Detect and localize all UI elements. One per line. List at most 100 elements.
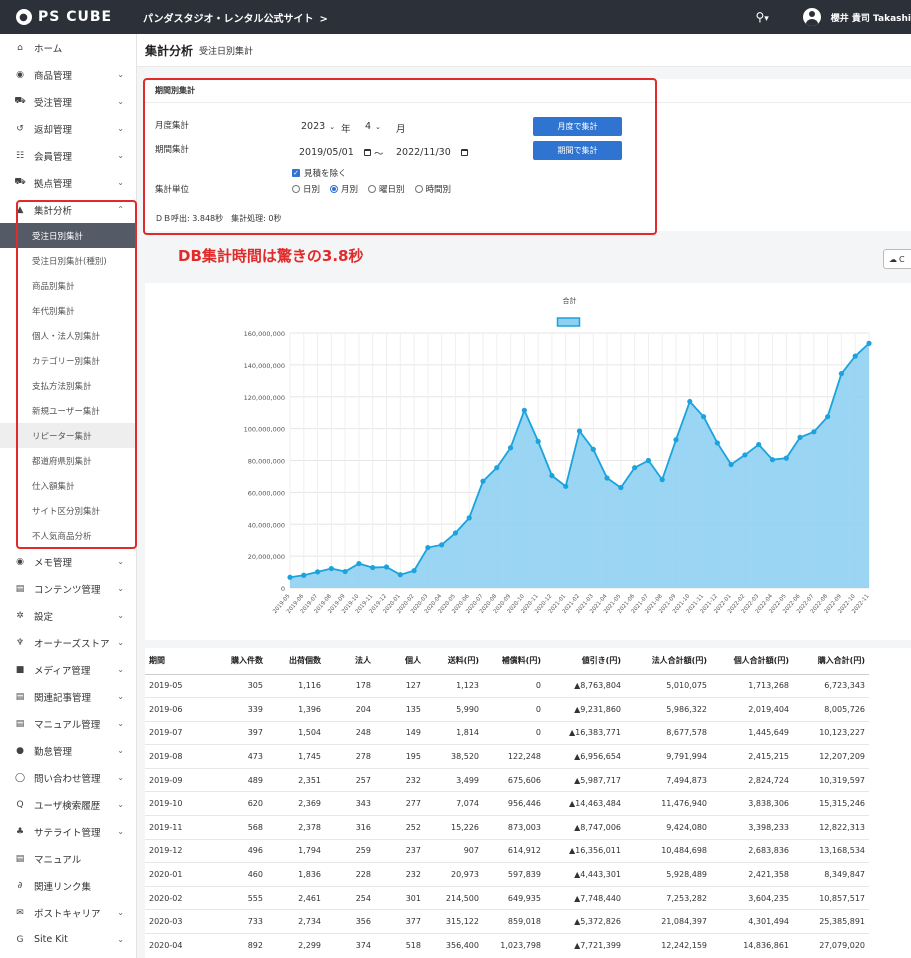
sidebar-item[interactable]: ◉ 商品管理 ⌄ bbox=[0, 61, 136, 88]
chevron-right-icon: > bbox=[319, 13, 328, 25]
sidebar-subitem[interactable]: 仕入額集計 bbox=[0, 473, 136, 498]
exclude-estimate-checkbox[interactable]: ✓ 見積を除く bbox=[292, 167, 347, 179]
sidebar-item[interactable]: ✲ 設定 ⌄ bbox=[0, 602, 136, 629]
calendar-icon[interactable] bbox=[363, 149, 371, 156]
sidebar-item-label: 集計分析 bbox=[34, 205, 73, 217]
column-header[interactable]: 値引き(円) bbox=[545, 648, 625, 675]
monthly-aggregate-button[interactable]: 月度で集計 bbox=[533, 117, 622, 136]
sidebar-item[interactable]: ↺ 返却管理 ⌄ bbox=[0, 115, 136, 142]
date-from-input[interactable]: 2019/05/01 bbox=[299, 147, 371, 158]
sidebar-item-label: Site Kit bbox=[34, 934, 68, 945]
y-tick-label: 40,000,000 bbox=[248, 521, 285, 529]
data-point bbox=[728, 461, 734, 468]
data-point bbox=[769, 457, 776, 463]
chevron-icon: ⌄ bbox=[117, 557, 124, 566]
user-name[interactable]: 櫻井 貴司 Takashi bbox=[831, 11, 911, 24]
sidebar-item[interactable]: ▤ 関連記事管理 ⌄ bbox=[0, 683, 136, 710]
app-logo[interactable]: ● PS CUBE bbox=[0, 9, 137, 25]
month-select[interactable]: 4 ⌄ bbox=[365, 121, 381, 132]
unit-radio[interactable]: 月別 bbox=[330, 183, 358, 195]
column-header[interactable]: 購入件数 bbox=[203, 648, 267, 675]
column-header[interactable]: 個人合計額(円) bbox=[711, 648, 793, 675]
column-header[interactable]: 購入合計(円) bbox=[793, 648, 869, 675]
sidebar-subitem[interactable]: 不人気商品分析 bbox=[0, 523, 136, 548]
data-point bbox=[287, 574, 293, 580]
sidebar-subitem[interactable]: 商品別集計 bbox=[0, 273, 136, 298]
unit-radio[interactable]: 時間別 bbox=[414, 183, 451, 195]
monthly-label: 月度集計 bbox=[155, 121, 190, 131]
csv-button-label: C bbox=[899, 254, 905, 264]
sidebar-item[interactable]: ♆ オーナーズストア ⌄ bbox=[0, 629, 136, 656]
sidebar-subitem[interactable]: 受注日別集計(種別) bbox=[0, 248, 136, 273]
sidebar-item[interactable]: ⛟ 受注管理 ⌄ bbox=[0, 88, 136, 115]
chevron-icon: ⌄ bbox=[117, 719, 124, 728]
column-header[interactable]: 法人 bbox=[325, 648, 375, 675]
table-cell: 12,242,159 bbox=[625, 933, 711, 958]
column-header[interactable]: 個人 bbox=[375, 648, 425, 675]
sidebar-item[interactable]: ▤ コンテンツ管理 ⌄ bbox=[0, 575, 136, 602]
sidebar-subitem[interactable]: サイト区分別集計 bbox=[0, 498, 136, 523]
sidebar-item-icon: ▤ bbox=[15, 583, 25, 594]
csv-download-button[interactable]: ☁ C bbox=[883, 249, 911, 269]
sidebar-item-label: メディア管理 bbox=[34, 665, 91, 677]
sidebar-subitem[interactable]: 個人・法人別集計 bbox=[0, 323, 136, 348]
table-cell: 1,123 bbox=[425, 673, 483, 698]
table-cell: ▲7,721,399 bbox=[545, 933, 625, 958]
table-cell: 248 bbox=[325, 720, 375, 745]
table-cell: 38,520 bbox=[425, 744, 483, 769]
calendar-icon[interactable] bbox=[460, 149, 468, 156]
table-cell: 10,319,597 bbox=[793, 767, 869, 792]
chevron-down-icon: ⌄ bbox=[329, 122, 336, 131]
page-subtitle: 受注日別集計 bbox=[199, 46, 254, 57]
column-header[interactable]: 法人合計額(円) bbox=[625, 648, 711, 675]
table-cell: 228 bbox=[325, 862, 375, 887]
column-header[interactable]: 補償料(円) bbox=[483, 648, 545, 675]
sidebar-item[interactable]: ▲ 集計分析 ⌃ bbox=[0, 196, 136, 223]
sidebar-subitem[interactable]: 支払方法別集計 bbox=[0, 373, 136, 398]
sidebar-item[interactable]: ⌂ ホーム bbox=[0, 34, 136, 61]
sidebar-subitem[interactable]: カテゴリー別集計 bbox=[0, 348, 136, 373]
site-link[interactable]: パンダスタジオ・レンタル公式サイト > bbox=[143, 10, 328, 25]
year-select[interactable]: 2023 ⌄ bbox=[301, 121, 335, 132]
data-point bbox=[866, 340, 872, 346]
sidebar-item[interactable]: ♣ サテライト管理 ⌄ bbox=[0, 818, 136, 845]
sidebar-item[interactable]: G Site Kit ⌄ bbox=[0, 926, 136, 953]
chevron-icon: ⌄ bbox=[117, 692, 124, 701]
sidebar-item[interactable]: ▤ マニュアル管理 ⌄ bbox=[0, 710, 136, 737]
sales-chart: 合計 0 20,000,000 40,000,000 60,000,000 80,000,… bbox=[244, 296, 872, 615]
sidebar-item[interactable]: ● 勤怠管理 ⌄ bbox=[0, 737, 136, 764]
sidebar-item-label: 受注管理 bbox=[34, 97, 73, 109]
column-header[interactable]: 期間 bbox=[145, 648, 203, 675]
sidebar-subitem[interactable]: リピーター集計 bbox=[0, 423, 136, 448]
y-tick-label: 140,000,000 bbox=[244, 362, 285, 370]
data-point bbox=[756, 441, 762, 448]
column-header[interactable]: 送料(円) bbox=[425, 648, 483, 675]
date-to-input[interactable]: 2022/11/30 bbox=[396, 147, 468, 158]
search-menu[interactable]: ⚲▾ bbox=[755, 10, 768, 24]
radio-icon bbox=[414, 185, 423, 193]
data-point bbox=[742, 452, 748, 458]
sidebar-item[interactable]: ▤ マニュアル bbox=[0, 845, 136, 872]
sidebar-item[interactable]: Q ユーザ検索履歴 ⌄ bbox=[0, 791, 136, 818]
sidebar-item[interactable]: ☷ 会員管理 ⌄ bbox=[0, 142, 136, 169]
sidebar-item[interactable]: ■ メディア管理 ⌄ bbox=[0, 656, 136, 683]
unit-radio[interactable]: 日別 bbox=[292, 183, 320, 195]
sidebar-subitem[interactable]: 受注日別集計 bbox=[0, 223, 136, 248]
data-point bbox=[328, 565, 334, 572]
user-avatar-icon[interactable] bbox=[802, 8, 821, 26]
sidebar-subitem[interactable]: 年代別集計 bbox=[0, 298, 136, 323]
sidebar-subitem[interactable]: 新規ユーザー集計 bbox=[0, 398, 136, 423]
sidebar-item[interactable]: ◉ メモ管理 ⌄ bbox=[0, 548, 136, 575]
table-cell: 2,824,724 bbox=[711, 767, 793, 792]
sidebar-item[interactable]: ◯ 問い合わせ管理 ⌄ bbox=[0, 764, 136, 791]
sidebar-item[interactable]: ⛟ 拠点管理 ⌄ bbox=[0, 169, 136, 196]
table-cell: 0 bbox=[483, 720, 545, 745]
sidebar-subitem[interactable]: 都道府県別集計 bbox=[0, 448, 136, 473]
data-point bbox=[452, 530, 459, 536]
period-aggregate-button[interactable]: 期間で集計 bbox=[533, 141, 622, 160]
column-header[interactable]: 出荷個数 bbox=[267, 648, 325, 675]
sidebar-item[interactable]: ∂ 関連リンク集 bbox=[0, 872, 136, 899]
sidebar-item[interactable]: ✉ ポストキャリア ⌄ bbox=[0, 899, 136, 926]
data-point bbox=[563, 483, 569, 489]
unit-radio[interactable]: 曜日別 bbox=[368, 183, 405, 195]
